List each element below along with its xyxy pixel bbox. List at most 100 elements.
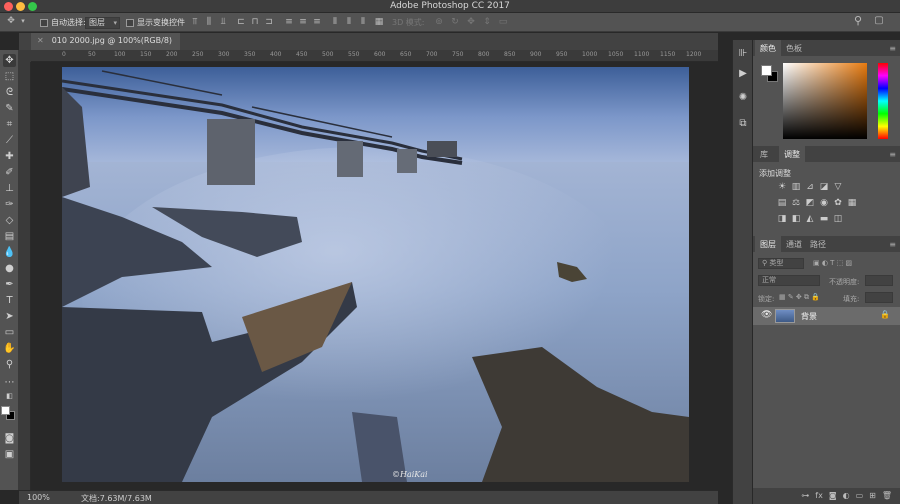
blur-tool-icon[interactable]: 💧	[3, 246, 16, 259]
scale-3d-icon[interactable]: ▭	[498, 18, 508, 27]
move-tool-preset-icon[interactable]: ✥	[6, 17, 16, 26]
opacity-input[interactable]	[865, 275, 893, 286]
tab-paths[interactable]: 路径	[805, 236, 831, 252]
quick-mask-icon[interactable]: ◙	[3, 432, 16, 445]
posterize-icon[interactable]: ◧	[791, 214, 801, 224]
actions-play-icon[interactable]: ▶	[737, 68, 749, 80]
black-white-icon[interactable]: ◩	[805, 198, 815, 208]
zoom-tool-icon[interactable]: ⚲	[3, 358, 16, 371]
tab-channels[interactable]: 通道	[781, 236, 807, 252]
move-tool-icon[interactable]: ✥	[3, 54, 16, 67]
show-transform-option[interactable]: 显示变换控件	[126, 16, 185, 29]
lock-icons[interactable]: ▦ ✎ ✥ ⧉ 🔒	[779, 293, 820, 302]
distribute-left-icon[interactable]: ⦀	[330, 18, 340, 27]
auto-select-target-select[interactable]: 图层	[85, 16, 120, 29]
lasso-tool-icon[interactable]: ᘓ	[3, 86, 16, 99]
healing-brush-tool-icon[interactable]: ✚	[3, 150, 16, 163]
eyedropper-tool-icon[interactable]: ⟋	[3, 134, 16, 147]
document-size[interactable]: 文档:7.63M/7.63M	[81, 493, 152, 504]
layer-filter-select[interactable]: ⚲ 类型	[758, 258, 804, 269]
align-left-icon[interactable]: ⊏	[236, 18, 246, 27]
canvas-area[interactable]: ©HaiKai	[31, 62, 718, 490]
align-right-icon[interactable]: ⊐	[264, 18, 274, 27]
gradient-tool-icon[interactable]: ▤	[3, 230, 16, 243]
color-lookup-icon[interactable]: ▦	[847, 198, 857, 208]
align-vcenter-icon[interactable]: ⫼	[204, 18, 214, 27]
auto-select-checkbox[interactable]	[40, 18, 48, 27]
layer-name[interactable]: 背景	[801, 311, 817, 322]
new-adjustment-icon[interactable]: ◐	[843, 491, 850, 504]
new-group-icon[interactable]: ▭	[856, 491, 864, 504]
invert-icon[interactable]: ◨	[777, 214, 787, 224]
preset-dropdown-icon[interactable]: ▾	[18, 17, 28, 26]
layer-lock-icon[interactable]: 🔒	[880, 310, 890, 319]
roll-3d-icon[interactable]: ↻	[450, 18, 460, 27]
distribute-hcenter-icon[interactable]: ⦀	[344, 18, 354, 27]
curves-icon[interactable]: ⊿	[805, 182, 815, 192]
filter-icons[interactable]: ▣ ◐ T ⬚ ▨	[813, 259, 852, 267]
brush-settings-icon[interactable]: ✺	[737, 92, 749, 104]
channel-mixer-icon[interactable]: ✿	[833, 198, 843, 208]
fill-input[interactable]	[865, 292, 893, 303]
add-mask-icon[interactable]: ◙	[829, 491, 837, 504]
history-panel-icon[interactable]: ⊪	[737, 48, 749, 60]
hue-saturation-icon[interactable]: ▤	[777, 198, 787, 208]
slide-3d-icon[interactable]: ⇕	[482, 18, 492, 27]
hand-tool-icon[interactable]: ✋	[3, 342, 16, 355]
more-tools-icon[interactable]: ⋯	[3, 376, 16, 389]
rectangle-tool-icon[interactable]: ▭	[3, 326, 16, 339]
distribute-bottom-icon[interactable]: ≡	[312, 18, 322, 27]
link-layers-icon[interactable]: ⊶	[801, 491, 809, 504]
type-tool-icon[interactable]: T	[3, 294, 16, 307]
exposure-icon[interactable]: ◪	[819, 182, 829, 192]
document-image[interactable]: ©HaiKai	[62, 67, 689, 482]
panel-foreground-color[interactable]	[761, 65, 772, 76]
layers-panel-menu-icon[interactable]: ≡	[889, 240, 896, 249]
dodge-tool-icon[interactable]: ●	[3, 262, 16, 275]
history-brush-tool-icon[interactable]: ✑	[3, 198, 16, 211]
selective-color-icon[interactable]: ◫	[833, 214, 843, 224]
pen-tool-icon[interactable]: ✒	[3, 278, 16, 291]
distribute-top-icon[interactable]: ≡	[284, 18, 294, 27]
color-field[interactable]	[783, 63, 867, 139]
show-transform-checkbox[interactable]	[126, 18, 134, 27]
blend-mode-select[interactable]: 正常	[758, 275, 820, 286]
crop-tool-icon[interactable]: ⌗	[3, 118, 16, 131]
layer-style-icon[interactable]: fx	[815, 491, 823, 504]
workspace-icon[interactable]: ▢	[874, 16, 884, 26]
search-icon[interactable]: ⚲	[853, 15, 863, 26]
clone-stamp-tool-icon[interactable]: ⊥	[3, 182, 16, 195]
new-layer-icon[interactable]: ⊞	[869, 491, 876, 504]
eraser-tool-icon[interactable]: ◇	[3, 214, 16, 227]
tab-swatches[interactable]: 色板	[781, 40, 807, 56]
ruler-origin[interactable]	[19, 50, 31, 62]
align-hcenter-icon[interactable]: ⊓	[250, 18, 260, 27]
auto-align-icon[interactable]: ▦	[374, 18, 384, 27]
visibility-eye-icon[interactable]: 👁	[761, 310, 772, 320]
photo-filter-icon[interactable]: ◉	[819, 198, 829, 208]
quick-select-tool-icon[interactable]: ✎	[3, 102, 16, 115]
zoom-level[interactable]: 100%	[27, 493, 50, 502]
screen-mode-icon[interactable]: ▣	[3, 448, 16, 461]
layer-row[interactable]: 👁 背景 🔒	[753, 307, 900, 325]
auto-select-option[interactable]: 自动选择:	[40, 16, 86, 29]
color-panel-menu-icon[interactable]: ≡	[889, 44, 896, 53]
color-balance-icon[interactable]: ⚖	[791, 198, 801, 208]
tab-layers[interactable]: 图层	[755, 236, 781, 252]
vibrance-icon[interactable]: ▽	[833, 182, 843, 192]
vertical-ruler[interactable]	[19, 62, 31, 490]
properties-panel-icon[interactable]: ⧉	[737, 118, 749, 130]
horizontal-ruler[interactable]: 0 50 100 150 200 250 300 350 400 450 500 550 600 650 7…	[31, 50, 718, 62]
brush-tool-icon[interactable]: ✐	[3, 166, 16, 179]
marquee-tool-icon[interactable]: ⬚	[3, 70, 16, 83]
tab-libraries[interactable]: 库	[755, 146, 773, 162]
align-bottom-icon[interactable]: ⫫	[218, 18, 228, 27]
orbit-3d-icon[interactable]: ⊚	[434, 18, 444, 27]
close-document-icon[interactable]: ✕	[37, 36, 44, 50]
align-top-icon[interactable]: ⫪	[190, 18, 200, 27]
tab-color[interactable]: 颜色	[755, 40, 781, 56]
gradient-map-icon[interactable]: ▬	[819, 214, 829, 224]
delete-layer-icon[interactable]: 🗑	[882, 491, 892, 504]
reset-colors-icon[interactable]: ◧	[3, 390, 16, 403]
path-selection-tool-icon[interactable]: ➤	[3, 310, 16, 323]
